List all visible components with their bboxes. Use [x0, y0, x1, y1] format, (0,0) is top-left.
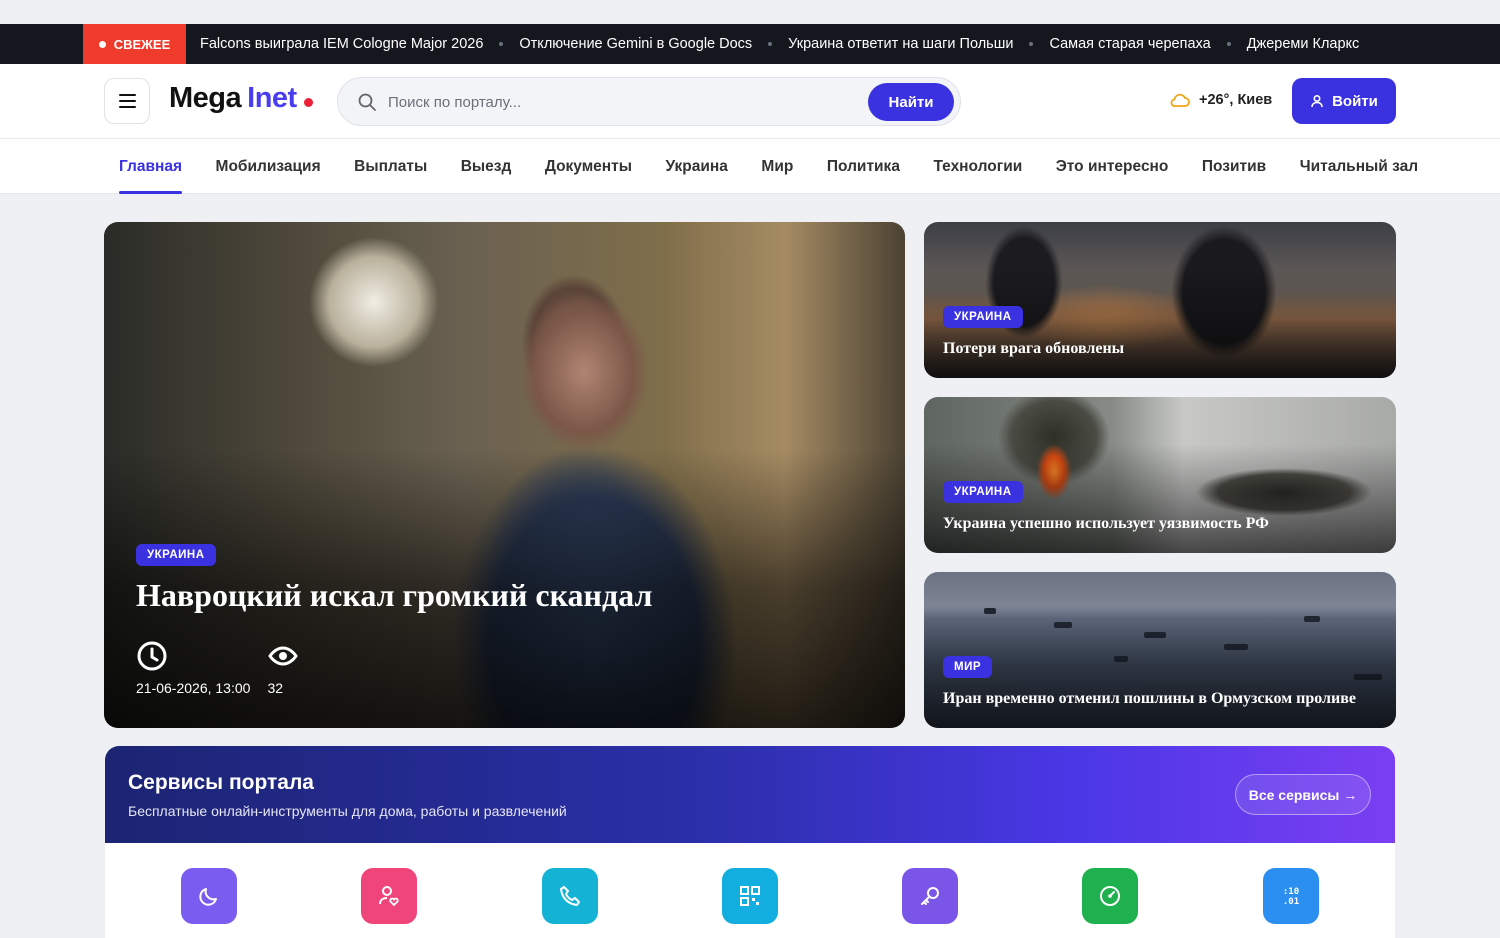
qr-code-icon — [740, 886, 760, 906]
service-key[interactable] — [902, 868, 958, 924]
ticker-separator — [768, 42, 773, 46]
side-article[interactable]: МИР Иран временно отменил пошлины в Орму… — [924, 572, 1396, 728]
ticker-items: Falcons выиграла IEM Cologne Major 2026 … — [200, 24, 1396, 64]
search-icon — [358, 93, 376, 111]
category-tag[interactable]: УКРАИНА — [943, 481, 1023, 503]
weather-widget[interactable]: +26°, Киев — [1168, 92, 1272, 108]
services-header: Сервисы портала Бесплатные онлайн-инстру… — [105, 746, 1395, 843]
eye-icon — [268, 646, 299, 666]
search-button[interactable]: Найти — [868, 83, 954, 121]
nav-item-positive[interactable]: Позитив — [1202, 139, 1266, 194]
live-dot-icon — [98, 40, 106, 48]
ticker-item[interactable]: Falcons выиграла IEM Cologne Major 2026 — [200, 36, 483, 52]
speedometer-icon — [1100, 886, 1120, 906]
service-timer[interactable]: :10.01 — [1263, 868, 1319, 924]
nav-item-payments[interactable]: Выплаты — [354, 139, 427, 194]
hero-date: 21-06-2026, 13:00 — [136, 640, 250, 696]
menu-button[interactable] — [104, 78, 150, 124]
site-logo[interactable]: Mega Inet — [169, 82, 313, 115]
side-article[interactable]: УКРАИНА Потери врага обновлены — [924, 222, 1396, 378]
service-qr[interactable] — [722, 868, 778, 924]
hero-views: 32 — [267, 640, 299, 696]
logo-dot-icon — [303, 98, 313, 107]
search-input[interactable] — [388, 88, 858, 116]
service-speed[interactable] — [1082, 868, 1138, 924]
nav-item-documents[interactable]: Документы — [545, 139, 632, 194]
nav-item-technology[interactable]: Технологии — [933, 139, 1022, 194]
side-article-title[interactable]: Потери врага обновлены — [943, 340, 1124, 358]
hamburger-icon — [118, 92, 136, 110]
phone-icon — [560, 886, 580, 906]
main-nav: Главная Мобилизация Выплаты Выезд Докуме… — [0, 139, 1500, 194]
key-icon — [921, 887, 939, 905]
hero-meta: 21-06-2026, 13:00 32 — [136, 640, 299, 696]
service-moon[interactable] — [181, 868, 237, 924]
side-article[interactable]: УКРАИНА Украина успешно использует уязви… — [924, 397, 1396, 553]
service-user-heart[interactable] — [361, 868, 417, 924]
svg-text:.01: .01 — [1283, 897, 1299, 907]
svg-text::10: :10 — [1283, 887, 1299, 897]
ticker-separator — [499, 42, 504, 46]
side-article-title[interactable]: Украина успешно использует уязвимость РФ — [943, 515, 1269, 533]
nav-item-mobilization[interactable]: Мобилизация — [216, 139, 321, 194]
user-icon — [1311, 94, 1323, 108]
nav-item-world[interactable]: Мир — [761, 139, 793, 194]
top-gap — [0, 0, 1500, 24]
services-subtitle: Бесплатные онлайн-инструменты для дома, … — [128, 803, 567, 819]
ticker-item[interactable]: Джереми Кларкс — [1247, 36, 1360, 52]
ticker-badge: СВЕЖЕЕ — [83, 24, 186, 64]
cloud-icon — [1170, 93, 1190, 107]
nav-item-exit[interactable]: Выезд — [461, 139, 512, 194]
services-section: Сервисы портала Бесплатные онлайн-инстру… — [105, 746, 1395, 938]
ticker-separator — [1029, 42, 1034, 46]
ticker-separator — [1226, 42, 1231, 46]
nav-item-reading-room[interactable]: Читальный зал — [1300, 139, 1418, 194]
clock-icon — [137, 641, 167, 671]
side-article-title[interactable]: Иран временно отменил пошлины в Ормузско… — [943, 690, 1356, 708]
weather-text: +26°, Киев — [1199, 92, 1273, 108]
ticker-item[interactable]: Самая старая черепаха — [1049, 36, 1210, 52]
news-ticker: СВЕЖЕЕ Falcons выиграла IEM Cologne Majo… — [0, 24, 1500, 64]
nav-item-ukraine[interactable]: Украина — [666, 139, 728, 194]
ticker-item[interactable]: Отключение Gemini в Google Docs — [519, 36, 752, 52]
category-tag[interactable]: УКРАИНА — [943, 306, 1023, 328]
service-phone[interactable] — [542, 868, 598, 924]
hero-article[interactable]: УКРАИНА Навроцкий искал громкий скандал … — [104, 222, 905, 728]
nav-item-politics[interactable]: Политика — [827, 139, 900, 194]
hero-title[interactable]: Навроцкий искал громкий скандал — [136, 577, 652, 614]
site-header: MegaInet Найти +26°, Киев Войти — [0, 64, 1500, 139]
category-tag[interactable]: МИР — [943, 656, 993, 678]
timer-icon: :10.01 — [1283, 887, 1299, 907]
moon-icon — [199, 888, 217, 906]
login-button[interactable]: Войти — [1292, 78, 1396, 124]
all-services-button[interactable]: Все сервисы → — [1235, 774, 1371, 815]
nav-item-interesting[interactable]: Это интересно — [1056, 139, 1169, 194]
ticker-item[interactable]: Украина ответит на шаги Польши — [788, 36, 1013, 52]
nav-item-home[interactable]: Главная — [119, 139, 183, 194]
search-bar: Найти — [337, 77, 961, 126]
category-tag[interactable]: УКРАИНА — [136, 544, 216, 566]
user-heart-icon — [379, 886, 399, 907]
services-title: Сервисы портала — [128, 771, 314, 794]
